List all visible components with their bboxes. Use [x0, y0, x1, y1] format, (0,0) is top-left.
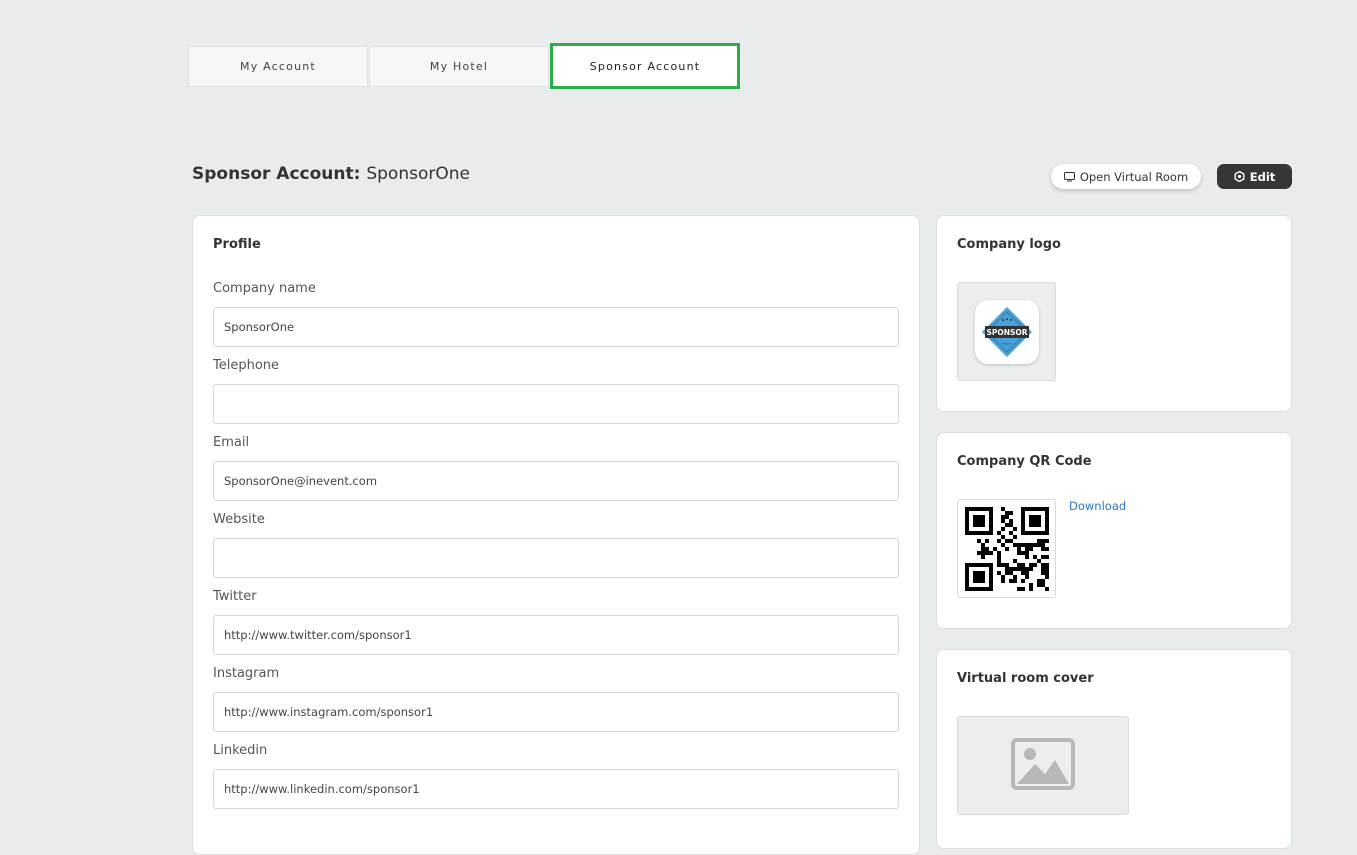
qr-code-graphic — [964, 506, 1049, 591]
virtual-room-cover-heading: Virtual room cover — [957, 671, 1094, 686]
page-title-prefix: Sponsor Account: — [192, 164, 367, 184]
company-qr-card: Company QR Code Download — [936, 432, 1292, 629]
company-name-field[interactable]: SponsorOne — [213, 307, 899, 347]
profile-card: Profile Company name SponsorOne Telephon… — [192, 215, 920, 855]
instagram-label: Instagram — [213, 666, 280, 681]
telephone-field[interactable] — [213, 384, 899, 424]
email-label: Email — [213, 435, 250, 450]
open-virtual-room-label: Open Virtual Room — [1079, 169, 1189, 184]
virtual-room-cover-image[interactable] — [957, 716, 1129, 815]
telephone-label: Telephone — [213, 358, 280, 373]
tab-sponsor-account[interactable]: Sponsor Account — [550, 43, 740, 89]
qr-code-image — [957, 499, 1056, 598]
sponsor-logo-text: SPONSOR — [986, 328, 1027, 337]
edit-button[interactable]: Edit — [1217, 164, 1292, 189]
open-virtual-room-button[interactable]: Open Virtual Room — [1051, 164, 1201, 189]
website-label: Website — [213, 512, 265, 527]
linkedin-field[interactable]: http://www.linkedin.com/sponsor1 — [213, 769, 899, 809]
twitter-field[interactable]: http://www.twitter.com/sponsor1 — [213, 615, 899, 655]
company-logo-image[interactable]: SPONSOR — [957, 282, 1056, 381]
company-logo-card: Company logo SPONSOR — [936, 215, 1292, 412]
tab-my-account[interactable]: My Account — [188, 46, 368, 87]
gear-icon — [1234, 171, 1245, 182]
image-placeholder-icon — [1011, 737, 1075, 794]
account-tabs: My Account My Hotel Sponsor Account — [188, 43, 741, 89]
page-title-sponsor-name: SponsorOne — [366, 164, 470, 184]
tab-my-hotel[interactable]: My Hotel — [369, 46, 549, 87]
website-field[interactable] — [213, 538, 899, 578]
sponsor-logo: SPONSOR — [974, 299, 1039, 364]
linkedin-label: Linkedin — [213, 743, 268, 758]
qr-download-link[interactable]: Download — [1069, 499, 1126, 513]
edit-label: Edit — [1249, 169, 1276, 184]
monitor-icon — [1063, 171, 1075, 182]
instagram-field[interactable]: http://www.instagram.com/sponsor1 — [213, 692, 899, 732]
company-logo-heading: Company logo — [957, 237, 1061, 252]
twitter-label: Twitter — [213, 589, 257, 604]
profile-heading: Profile — [213, 237, 261, 252]
email-field[interactable]: SponsorOne@inevent.com — [213, 461, 899, 501]
company-name-label: Company name — [213, 281, 316, 296]
company-qr-heading: Company QR Code — [957, 454, 1092, 469]
virtual-room-cover-card: Virtual room cover — [936, 649, 1292, 849]
page-title: Sponsor Account: SponsorOne — [192, 164, 470, 184]
